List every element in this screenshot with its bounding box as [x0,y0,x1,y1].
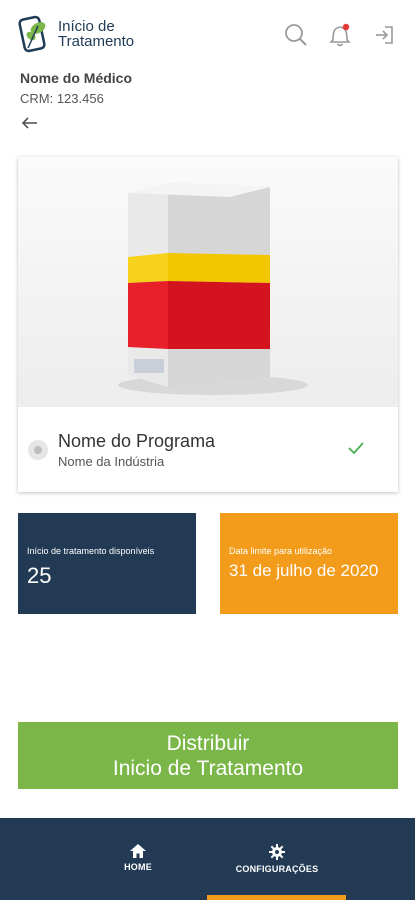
nav-configuracoes[interactable]: CONFIGURAÇÕES [230,844,324,874]
logo-line1: Início de [58,18,115,35]
program-name: Nome do Programa [58,431,216,451]
bell-icon[interactable] [327,22,353,48]
nav-home[interactable]: HOME [118,844,158,872]
available-label: Início de tratamento disponíveis [27,546,155,556]
logo-mark-icon [18,14,54,54]
back-arrow-icon[interactable] [20,113,40,133]
bottom-nav: HOME CONFIGURAÇÕES [0,818,415,900]
nav-configuracoes-label: CONFIGURAÇÕES [235,864,319,874]
home-icon [130,844,146,858]
logo-line2: Tratamento [58,33,135,50]
header: Início de Tratamento Nome do Médico CRM:… [0,0,415,140]
product-box-image [18,157,398,407]
deadline-value: 31 de julho de 2020 [229,561,379,580]
logout-icon[interactable] [371,22,397,48]
doctor-crm: CRM: 123.456 [20,91,104,106]
active-tab-indicator [207,895,346,900]
app-screen: Início de Tratamento Nome do Médico CRM:… [0,0,415,900]
available-value: 25 [27,563,52,588]
program-industry: Nome da Indústria [58,454,165,469]
available-treatments-tile: Início de tratamento disponíveis 25 [18,513,196,614]
app-logo: Início de Tratamento [18,14,134,54]
program-card[interactable]: Nome do Programa Nome da Indústria [18,157,398,492]
program-icon [28,440,48,460]
deadline-tile: Data limite para utilização 31 de julho … [220,513,398,614]
top-actions [283,22,397,48]
deadline-label: Data limite para utilização [229,546,333,556]
distribute-line2: Inicio de Tratamento [112,756,304,780]
nav-home-label: HOME [124,862,152,872]
doctor-name: Nome do Médico [20,70,133,86]
distribute-button[interactable]: Distribuir Inicio de Tratamento [18,722,398,789]
distribute-line1: Distribuir [166,731,250,755]
logo-text: Início de Tratamento [58,19,134,49]
search-icon[interactable] [283,22,309,48]
program-info: Nome do Programa Nome da Indústria [18,407,398,492]
check-icon [348,441,364,459]
notification-dot [342,23,350,31]
gear-icon [269,844,285,860]
